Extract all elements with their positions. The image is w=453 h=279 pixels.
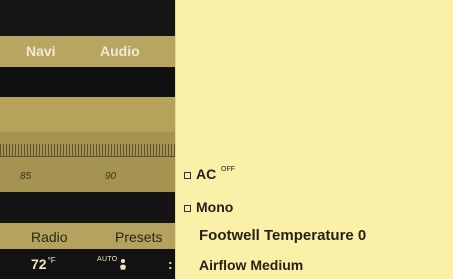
- divider-band: [0, 192, 175, 223]
- fan-icon[interactable]: [114, 257, 132, 271]
- nav-bar: Navi Audio: [0, 36, 175, 67]
- station-band: [0, 97, 175, 132]
- menu-item-footwell-temperature[interactable]: Footwell Temperature 0: [199, 227, 366, 244]
- settings-menu: AC OFF Mono Footwell Temperature 0 Airfl…: [175, 0, 453, 279]
- airflow-label: Airflow Medium: [199, 257, 304, 273]
- separator-glyph: :: [168, 256, 173, 272]
- temperature-readout[interactable]: 72°F: [31, 256, 56, 272]
- tuner-baseline: [0, 156, 175, 157]
- head-unit-panel: Navi Audio 85 90 Radio Presets 72°F AUTO…: [0, 0, 175, 279]
- ac-state: OFF: [221, 166, 235, 173]
- tuner-scale[interactable]: 85 90: [0, 132, 175, 192]
- infotainment-screen: Navi Audio 85 90 Radio Presets 72°F AUTO…: [0, 0, 453, 279]
- frequency-label: 85: [20, 171, 32, 182]
- mono-label: Mono: [196, 199, 234, 215]
- tab-presets[interactable]: Presets: [115, 229, 162, 245]
- frequency-label: 90: [105, 171, 117, 182]
- menu-item-airflow[interactable]: Airflow Medium: [199, 257, 303, 273]
- tuner-ticks: [0, 144, 175, 156]
- ac-checkbox[interactable]: [184, 172, 191, 179]
- tab-audio[interactable]: Audio: [100, 43, 140, 59]
- climate-bar: 72°F AUTO :: [0, 249, 175, 279]
- tab-radio[interactable]: Radio: [31, 229, 68, 245]
- footwell-value: 0: [357, 227, 367, 244]
- ac-label: AC: [196, 166, 217, 182]
- source-bar: Radio Presets: [0, 223, 175, 249]
- divider-band: [0, 67, 175, 97]
- mono-checkbox[interactable]: [184, 205, 191, 212]
- temperature-unit: °F: [47, 256, 56, 266]
- tab-navi[interactable]: Navi: [26, 43, 56, 59]
- temperature-value: 72: [31, 256, 47, 272]
- top-band: [0, 0, 175, 36]
- footwell-label: Footwell Temperature: [199, 227, 354, 244]
